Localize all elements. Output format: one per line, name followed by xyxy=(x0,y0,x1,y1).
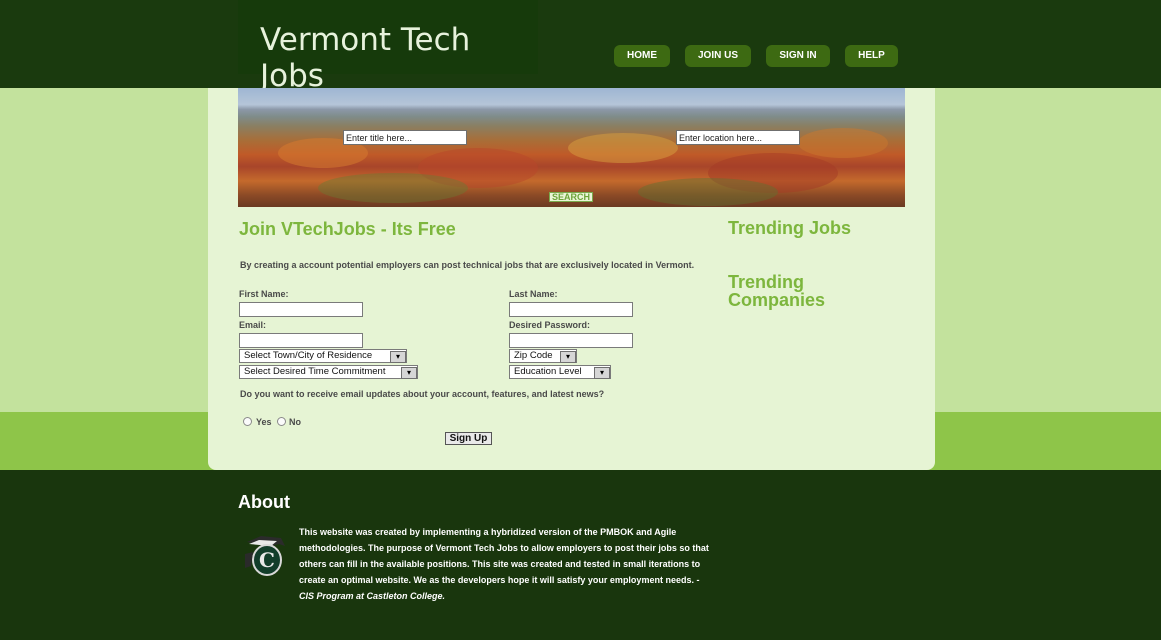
first-name-label: First Name: xyxy=(239,289,289,299)
signup-intro-text: By creating a account potential employer… xyxy=(240,260,695,270)
last-name-field[interactable] xyxy=(509,302,633,317)
first-name-field[interactable] xyxy=(239,302,363,317)
password-label: Desired Password: xyxy=(509,320,591,330)
no-radio[interactable] xyxy=(277,417,286,426)
hero-banner-image xyxy=(238,88,905,207)
no-label: No xyxy=(289,417,301,427)
email-field[interactable] xyxy=(239,333,363,348)
town-select-value: Select Town/City of Residence xyxy=(244,350,373,361)
sign-up-button[interactable]: Sign Up xyxy=(445,432,492,445)
site-title[interactable]: Vermont Tech Jobs xyxy=(260,22,538,94)
town-select[interactable]: Select Town/City of Residence ▾ xyxy=(239,349,407,363)
time-commitment-select[interactable]: Select Desired Time Commitment ▾ xyxy=(239,365,418,379)
yes-label: Yes xyxy=(256,417,272,427)
education-level-select[interactable]: Education Level ▾ xyxy=(509,365,611,379)
search-button[interactable]: SEARCH xyxy=(549,192,593,202)
header-bar xyxy=(0,0,1161,88)
job-title-search-input[interactable] xyxy=(343,130,467,145)
signup-heading: Join VTechJobs - Its Free xyxy=(239,219,456,239)
nav-join-button[interactable]: JOIN US xyxy=(685,45,751,67)
trending-companies-heading[interactable]: Trending Companies xyxy=(728,273,825,309)
zip-code-select[interactable]: Zip Code ▾ xyxy=(509,349,577,363)
nav-home-button[interactable]: HOME xyxy=(614,45,670,67)
yes-radio[interactable] xyxy=(243,417,252,426)
nav-signin-button[interactable]: SIGN IN xyxy=(766,45,830,67)
nav-help-button[interactable]: HELP xyxy=(845,45,898,67)
email-label: Email: xyxy=(239,320,267,330)
about-heading: About xyxy=(238,492,290,512)
castleton-emblem-icon: C xyxy=(245,536,285,576)
logo[interactable]: Vermont Tech Jobs xyxy=(238,0,538,94)
trending-companies-line2: Companies xyxy=(728,290,826,310)
chevron-down-icon: ▾ xyxy=(560,351,576,363)
svg-text:C: C xyxy=(259,548,275,572)
email-updates-question: Do you want to receive email updates abo… xyxy=(240,389,605,399)
chevron-down-icon: ▾ xyxy=(594,367,610,379)
about-credit-text: CIS Program at Castleton College. xyxy=(299,591,446,601)
last-name-label: Last Name: xyxy=(509,289,558,299)
chevron-down-icon: ▾ xyxy=(390,351,406,363)
chevron-down-icon: ▾ xyxy=(401,367,417,379)
education-select-value: Education Level xyxy=(514,366,582,377)
about-body-text: This website was created by implementing… xyxy=(299,527,709,585)
zip-select-value: Zip Code xyxy=(514,350,553,361)
password-field[interactable] xyxy=(509,333,633,348)
location-search-input[interactable] xyxy=(676,130,800,145)
about-paragraph: This website was created by implementing… xyxy=(299,524,709,604)
trending-companies-line1: Trending xyxy=(728,272,804,292)
time-select-value: Select Desired Time Commitment xyxy=(244,366,386,377)
trending-jobs-heading[interactable]: Trending Jobs xyxy=(728,219,851,237)
